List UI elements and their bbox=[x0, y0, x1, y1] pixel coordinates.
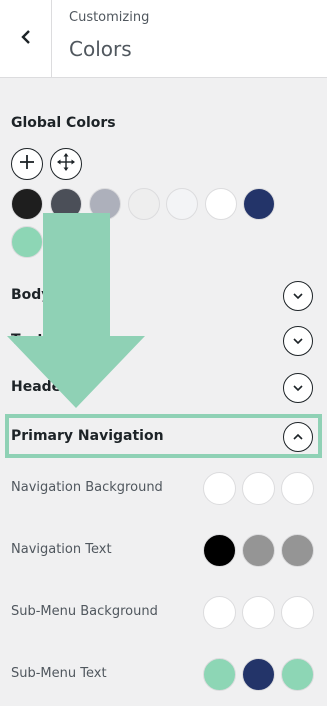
color-picker-swatch[interactable] bbox=[242, 596, 275, 629]
chevron-down-icon bbox=[292, 287, 304, 306]
group-body-label: Body bbox=[11, 287, 51, 303]
global-color-swatch[interactable] bbox=[11, 188, 43, 220]
chevron-down-icon bbox=[292, 379, 304, 398]
global-color-swatch[interactable] bbox=[89, 188, 121, 220]
color-setting-row: Navigation Text bbox=[0, 534, 327, 570]
group-primary-navigation[interactable]: Primary Navigation bbox=[0, 418, 327, 458]
collapse-primary-navigation-button[interactable] bbox=[283, 422, 313, 452]
global-color-swatch[interactable] bbox=[11, 226, 43, 258]
breadcrumb: Customizing bbox=[69, 10, 150, 25]
chevron-up-icon bbox=[292, 428, 304, 447]
add-color-button[interactable] bbox=[11, 148, 43, 180]
color-picker-swatch[interactable] bbox=[242, 472, 275, 505]
color-picker-swatch[interactable] bbox=[281, 596, 314, 629]
plus-icon bbox=[18, 153, 36, 175]
color-picker-swatch[interactable] bbox=[203, 534, 236, 567]
back-button[interactable] bbox=[0, 0, 52, 77]
move-arrows-icon bbox=[56, 152, 76, 176]
color-picker-swatch[interactable] bbox=[281, 534, 314, 567]
expand-header-button[interactable] bbox=[283, 373, 313, 403]
customizer-header: Customizing Colors bbox=[0, 0, 327, 78]
color-picker-swatch[interactable] bbox=[203, 472, 236, 505]
color-setting-row: Sub-Menu Text bbox=[0, 658, 327, 694]
global-color-swatch[interactable] bbox=[166, 188, 198, 220]
page-title: Colors bbox=[69, 37, 132, 61]
group-primary-navigation-label: Primary Navigation bbox=[11, 428, 164, 444]
color-setting-label: Sub-Menu Background bbox=[11, 604, 158, 619]
color-picker-swatch[interactable] bbox=[281, 472, 314, 505]
color-picker-swatch[interactable] bbox=[203, 596, 236, 629]
chevron-down-icon bbox=[292, 332, 304, 351]
color-picker-swatch[interactable] bbox=[203, 658, 236, 691]
color-picker-swatch[interactable] bbox=[242, 534, 275, 567]
color-setting-row: Navigation Background bbox=[0, 472, 327, 508]
expand-body-button[interactable] bbox=[283, 281, 313, 311]
group-body[interactable]: Body bbox=[0, 277, 327, 317]
color-setting-label: Sub-Menu Text bbox=[11, 666, 107, 681]
reorder-colors-button[interactable] bbox=[50, 148, 82, 180]
group-text[interactable]: Text bbox=[0, 322, 327, 362]
global-color-swatch[interactable] bbox=[128, 188, 160, 220]
global-color-swatch[interactable] bbox=[243, 188, 275, 220]
global-colors-title: Global Colors bbox=[11, 115, 116, 131]
color-setting-row: Sub-Menu Background bbox=[0, 596, 327, 632]
color-picker-swatch[interactable] bbox=[281, 658, 314, 691]
group-text-label: Text bbox=[11, 332, 44, 348]
color-picker-swatch[interactable] bbox=[242, 658, 275, 691]
group-header-label: Header bbox=[11, 379, 69, 395]
global-color-swatch[interactable] bbox=[205, 188, 237, 220]
color-setting-label: Navigation Text bbox=[11, 542, 112, 557]
chevron-left-icon bbox=[19, 29, 33, 49]
expand-text-button[interactable] bbox=[283, 326, 313, 356]
color-setting-label: Navigation Background bbox=[11, 480, 163, 495]
global-color-swatch[interactable] bbox=[50, 188, 82, 220]
group-header[interactable]: Header bbox=[0, 369, 327, 409]
